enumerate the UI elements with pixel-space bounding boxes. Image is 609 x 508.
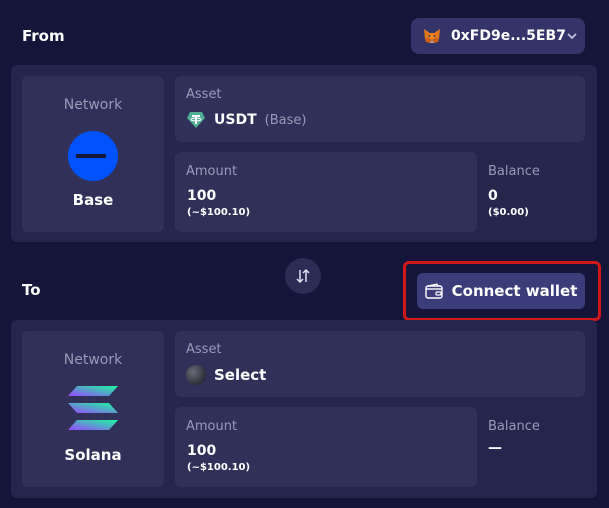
from-label: From (22, 27, 65, 45)
to-network-label: Network (63, 352, 123, 368)
metamask-fox-icon (423, 27, 441, 45)
to-balance-value: — (488, 440, 502, 456)
from-amount-label: Amount (186, 164, 238, 179)
from-balance-value: 0 (488, 188, 498, 204)
to-amount-usd: (~$100.10) (187, 462, 251, 473)
from-amount-field[interactable]: Amount 100 (~$100.10) (175, 152, 477, 232)
wallet-address-text: 0xFD9e...5EB7 (451, 28, 566, 44)
from-balance-usd: ($0.00) (488, 207, 529, 218)
to-amount-field[interactable]: Amount 100 (~$100.10) (175, 407, 477, 487)
from-network-name: Base (72, 191, 114, 209)
from-asset-label: Asset (186, 87, 222, 102)
tether-icon (186, 110, 206, 130)
to-amount-label: Amount (186, 419, 238, 434)
to-asset-name: Select (214, 366, 267, 384)
from-asset-selector[interactable]: Asset USDT (Base) (175, 76, 585, 142)
placeholder-token-icon (186, 365, 206, 385)
swap-direction-button[interactable] (285, 258, 321, 294)
to-amount-value: 100 (187, 443, 217, 459)
to-label: To (22, 281, 41, 299)
from-network-label: Network (63, 97, 123, 113)
chevron-down-icon (566, 30, 578, 42)
connect-wallet-label: Connect wallet (451, 282, 578, 300)
to-network-selector[interactable]: Network Solana (22, 331, 164, 487)
from-asset-chain: (Base) (264, 112, 307, 128)
to-network-name: Solana (64, 446, 122, 464)
from-amount-value: 100 (187, 188, 217, 204)
to-balance-label: Balance (488, 419, 540, 434)
solana-logo-icon (68, 386, 118, 430)
wallet-address-button[interactable]: 0xFD9e...5EB7 (411, 18, 585, 54)
from-asset-name: USDT (214, 112, 257, 128)
base-logo-icon (68, 131, 118, 181)
from-network-selector[interactable]: Network Base (22, 76, 164, 232)
to-asset-label: Asset (186, 342, 222, 357)
connect-wallet-button[interactable]: Connect wallet (417, 273, 585, 309)
from-balance-label: Balance (488, 164, 540, 179)
to-asset-selector[interactable]: Asset Select (175, 331, 585, 397)
swap-arrows-icon (294, 267, 312, 285)
from-amount-usd: (~$100.10) (187, 207, 251, 218)
wallet-icon (424, 283, 443, 299)
